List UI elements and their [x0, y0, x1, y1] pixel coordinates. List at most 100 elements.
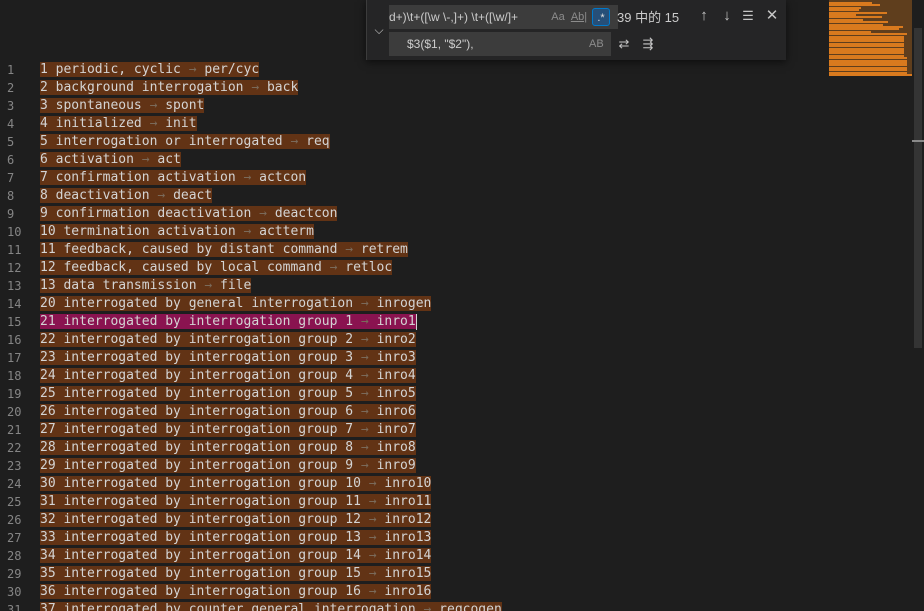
line-text: 25 interrogated by interrogation group 5…	[40, 385, 416, 403]
match-highlight: 33 interrogated by interrogation group 1…	[40, 530, 432, 545]
line-number: 8	[7, 189, 15, 203]
code-description: interrogated by interrogation group 1	[63, 314, 354, 329]
arrow-up-icon[interactable]: ↑	[695, 6, 713, 26]
code-description: deactivation	[55, 188, 150, 203]
line-number: 29	[7, 567, 22, 581]
minimap[interactable]	[829, 0, 912, 80]
tab-arrow-icon: →	[141, 116, 166, 131]
line-text: 20 interrogated by general interrogation…	[40, 295, 432, 313]
code-number: 30	[40, 476, 56, 491]
line-text: 7 confirmation activation → actcon	[40, 169, 307, 187]
code-number: 9	[40, 206, 48, 221]
find-input[interactable]: d+)\t+([\w \-,]+) \t+([\w/]+	[389, 5, 541, 29]
code-number: 27	[40, 422, 56, 437]
code-abbrev: per/cyc	[204, 62, 260, 77]
tab-arrow-icon: →	[235, 224, 260, 239]
line-text: 26 interrogated by interrogation group 6…	[40, 403, 416, 421]
match-highlight: 25 interrogated by interrogation group 5…	[40, 386, 416, 401]
regex-icon[interactable]: .*	[592, 8, 610, 26]
line-text: 34 interrogated by interrogation group 1…	[40, 547, 432, 565]
match-highlight: 5 interrogation or interrogated → req	[40, 134, 330, 149]
whole-word-icon[interactable]: Ab|	[570, 8, 588, 26]
code-description: activation	[55, 152, 134, 167]
line-number: 27	[7, 531, 22, 545]
line-text: 12 feedback, caused by local command → r…	[40, 259, 393, 277]
code-description: data transmission	[63, 278, 197, 293]
code-abbrev: inro6	[376, 404, 416, 419]
line-number: 26	[7, 513, 22, 527]
arrow-down-icon[interactable]: ↓	[718, 6, 736, 26]
code-number: 22	[40, 332, 56, 347]
line-number: 7	[7, 171, 15, 185]
minimap-line	[829, 74, 912, 76]
line-text: 1 periodic, cyclic → per/cyc	[40, 61, 260, 79]
tab-arrow-icon: →	[360, 530, 385, 545]
match-highlight: 24 interrogated by interrogation group 4…	[40, 368, 416, 383]
line-number: 1	[7, 63, 15, 77]
code-abbrev: spont	[165, 98, 205, 113]
code-number: 37	[40, 602, 56, 611]
line-text: 37 interrogated by counter general inter…	[40, 601, 502, 611]
code-abbrev: inro7	[376, 422, 416, 437]
code-abbrev: inro5	[376, 386, 416, 401]
code-description: interrogated by interrogation group 5	[63, 386, 354, 401]
find-in-selection-icon[interactable]: ☰	[739, 6, 757, 26]
code-number: 2	[40, 80, 48, 95]
code-description: interrogated by interrogation group 4	[63, 368, 354, 383]
tab-arrow-icon: →	[353, 368, 377, 383]
code-description: interrogated by counter general interrog…	[63, 602, 416, 611]
line-number: 10	[7, 225, 22, 239]
editor[interactable]: 11 periodic, cyclic → per/cyc 2 2 backgrou…	[0, 61, 912, 611]
vertical-scrollbar[interactable]	[912, 0, 924, 611]
scrollbar-thumb[interactable]	[914, 28, 922, 348]
preserve-case-icon[interactable]: AB	[589, 35, 604, 53]
scrollbar-match-marker	[912, 140, 924, 142]
code-number: 20	[40, 296, 56, 311]
match-highlight: 10 termination activation → actterm	[40, 224, 314, 239]
code-description: background interrogation	[55, 80, 244, 95]
code-abbrev: req	[306, 134, 330, 149]
match-highlight: 9 confirmation deactivation → deactcon	[40, 206, 338, 221]
code-abbrev: inro10	[384, 476, 432, 491]
find-field: d+)\t+([\w \-,]+) \t+([\w/]+ Aa Ab| .*	[389, 5, 618, 29]
code-abbrev: file	[220, 278, 252, 293]
code-number: 5	[40, 134, 48, 149]
line-number: 15	[7, 315, 22, 329]
replace-icon[interactable]: ⇄	[615, 35, 633, 53]
line-number: 30	[7, 585, 22, 599]
code-abbrev: inro11	[384, 494, 432, 509]
toggle-replace-chevron-icon[interactable]: ⌵	[371, 22, 387, 38]
match-highlight: 2 background interrogation → back	[40, 80, 299, 95]
line-number: 11	[7, 243, 22, 257]
match-highlight: 11 feedback, caused by distant command →…	[40, 242, 408, 257]
match-highlight: 21 interrogated by interrogation group 1…	[40, 314, 416, 329]
replace-input[interactable]: $3($1, "$2"),	[407, 32, 577, 56]
code-abbrev: inro2	[376, 332, 416, 347]
code-number: 3	[40, 98, 48, 113]
match-highlight: 28 interrogated by interrogation group 8…	[40, 440, 416, 455]
tab-arrow-icon: →	[360, 476, 385, 491]
code-description: confirmation deactivation	[55, 206, 252, 221]
code-description: interrogated by interrogation group 14	[63, 548, 361, 563]
code-description: feedback, caused by distant command	[63, 242, 338, 257]
code-description: interrogated by interrogation group 16	[63, 584, 361, 599]
close-icon[interactable]: ✕	[763, 6, 781, 26]
code-abbrev: deactcon	[274, 206, 338, 221]
match-highlight: 37 interrogated by counter general inter…	[40, 602, 502, 611]
line-number: 9	[7, 207, 15, 221]
code-description: interrogation or interrogated	[55, 134, 283, 149]
tab-arrow-icon: →	[360, 566, 385, 581]
match-highlight: 13 data transmission → file	[40, 278, 252, 293]
match-case-icon[interactable]: Aa	[549, 8, 567, 26]
tab-arrow-icon: →	[415, 602, 440, 611]
replace-all-icon[interactable]: ⇶	[639, 35, 657, 53]
code-abbrev: inro12	[384, 512, 432, 527]
code-description: confirmation activation	[55, 170, 236, 185]
tab-arrow-icon: →	[360, 494, 385, 509]
code-number: 31	[40, 494, 56, 509]
tab-arrow-icon: →	[180, 62, 205, 77]
code-abbrev: reqcogen	[439, 602, 502, 611]
tab-arrow-icon: →	[360, 512, 385, 527]
code-number: 10	[40, 224, 56, 239]
line-number: 3	[7, 99, 15, 113]
